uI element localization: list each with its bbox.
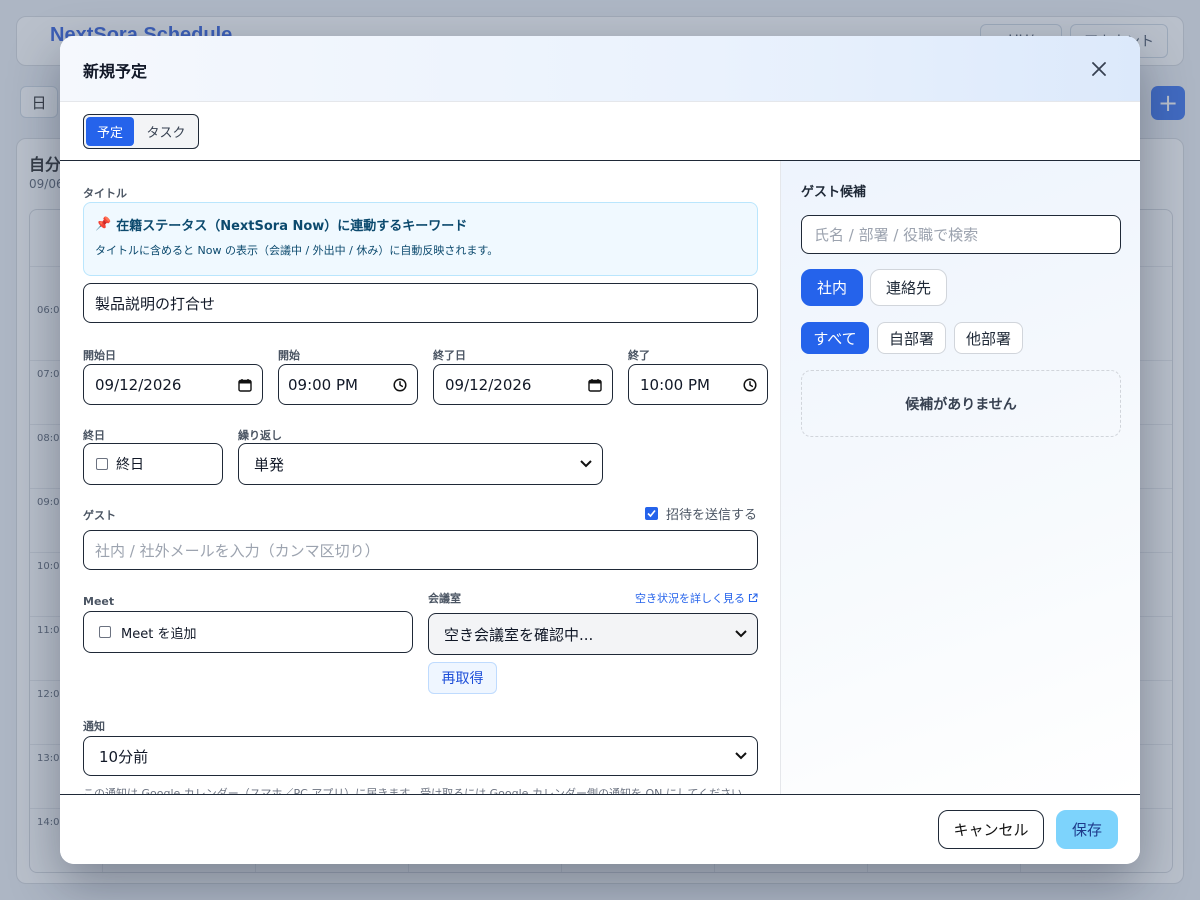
end-time-input[interactable]: 10:00 PM — [628, 364, 768, 405]
clock-icon[interactable] — [393, 377, 407, 392]
guest-email-input[interactable]: 社内 / 社外メールを入力（カンマ区切り） — [83, 530, 758, 570]
refetch-button[interactable]: 再取得 — [428, 662, 497, 694]
guest-label: ゲスト — [83, 509, 116, 522]
end-date-input[interactable]: 09/12/2026 — [433, 364, 613, 405]
send-invite-checkbox[interactable] — [645, 507, 658, 520]
modal-title: 新規予定 — [83, 62, 148, 81]
send-invite-label: 招待を送信する — [666, 508, 758, 523]
clock-icon[interactable] — [743, 377, 757, 392]
empty-state: 候補がありません — [801, 370, 1121, 437]
dept-tab-other[interactable]: 他部署 — [954, 322, 1023, 354]
title-label: タイトル — [83, 187, 127, 200]
meet-field[interactable]: Meet を追加 — [83, 611, 413, 653]
end-date-label: 終了日 — [433, 349, 466, 362]
repeat-label: 繰り返し — [238, 429, 282, 442]
start-date-label: 開始日 — [83, 349, 116, 362]
info-title-text: 在籍ステータス（NextSora Now）に連動するキーワード — [116, 219, 468, 234]
meet-checkbox-label: Meet を追加 — [121, 626, 197, 642]
notify-label: 通知 — [83, 720, 105, 733]
chevron-down-icon — [735, 752, 747, 760]
room-availability-link-text: 空き状況を詳しく見る — [635, 592, 745, 605]
allday-label: 終日 — [83, 429, 105, 442]
tab-task[interactable]: タスク — [136, 117, 196, 146]
start-time-input[interactable]: 09:00 PM — [278, 364, 418, 405]
notify-select[interactable]: 10分前 — [83, 736, 758, 776]
source-tab-internal[interactable]: 社内 — [801, 269, 863, 306]
type-segmented-control: 予定 タスク — [83, 114, 199, 149]
repeat-select-value: 単発 — [254, 455, 285, 474]
room-label: 会議室 — [428, 592, 461, 605]
type-tabs-row: 予定 タスク — [60, 102, 1140, 161]
cancel-button[interactable]: キャンセル — [938, 810, 1044, 849]
room-availability-link[interactable]: 空き状況を詳しく見る — [635, 590, 758, 606]
start-date-value: 09/12/2026 — [95, 375, 182, 394]
info-description: タイトルに含めると Now の表示（会議中 / 外出中 / 休み）に自動反映され… — [95, 244, 499, 257]
event-form: タイトル 📌 在籍ステータス（NextSora Now）に連動するキーワード タ… — [60, 161, 780, 794]
meet-checkbox[interactable] — [99, 626, 111, 638]
end-date-value: 09/12/2026 — [445, 375, 532, 394]
calendar-icon[interactable] — [238, 378, 252, 392]
repeat-select[interactable]: 単発 — [238, 443, 603, 485]
guest-candidates-title: ゲスト候補 — [801, 185, 867, 200]
chevron-down-icon — [735, 630, 747, 638]
chevron-down-icon — [580, 460, 592, 468]
save-button[interactable]: 保存 — [1056, 810, 1118, 849]
new-event-modal: 新規予定 予定 タスク タイトル 📌 在籍ステータス（NextSora Now）… — [60, 36, 1140, 864]
guest-search-placeholder: 氏名 / 部署 / 役職で検索 — [814, 226, 979, 244]
end-time-value: 10:00 PM — [640, 375, 710, 394]
guest-email-placeholder: 社内 / 社外メールを入力（カンマ区切り） — [95, 541, 380, 560]
close-icon — [1092, 62, 1106, 76]
title-input[interactable]: 製品説明の打合せ — [83, 283, 758, 323]
dept-tab-all[interactable]: すべて — [801, 322, 869, 354]
send-invite-toggle[interactable]: 招待を送信する — [645, 504, 757, 523]
start-date-input[interactable]: 09/12/2026 — [83, 364, 263, 405]
close-button[interactable] — [1086, 56, 1112, 82]
modal-footer: キャンセル 保存 — [60, 794, 1140, 864]
notify-select-value: 10分前 — [99, 747, 149, 766]
calendar-icon[interactable] — [588, 378, 602, 392]
modal-header: 新規予定 — [60, 36, 1140, 102]
title-input-value: 製品説明の打合せ — [95, 294, 216, 313]
source-tab-contacts[interactable]: 連絡先 — [870, 269, 947, 306]
allday-checkbox[interactable] — [96, 458, 108, 470]
external-link-icon — [748, 593, 758, 603]
info-title: 📌 在籍ステータス（NextSora Now）に連動するキーワード — [95, 215, 467, 234]
room-select-value: 空き会議室を確認中... — [444, 625, 594, 644]
notify-note: この通知は Google カレンダー（スマホ／PC アプリ）に届きます。受け取る… — [83, 787, 754, 794]
end-time-label: 終了 — [628, 349, 650, 362]
meet-label: Meet — [83, 595, 115, 608]
guest-candidates-panel: ゲスト候補 氏名 / 部署 / 役職で検索 社内 連絡先 すべて 自部署 他部署… — [780, 161, 1140, 794]
start-time-value: 09:00 PM — [288, 375, 358, 394]
keyword-info-box: 📌 在籍ステータス（NextSora Now）に連動するキーワード タイトルに含… — [83, 202, 758, 276]
tab-event[interactable]: 予定 — [86, 117, 134, 146]
start-time-label: 開始 — [278, 349, 300, 362]
guest-search-input[interactable]: 氏名 / 部署 / 役職で検索 — [801, 215, 1121, 254]
pin-icon: 📌 — [95, 217, 112, 232]
allday-field[interactable]: 終日 — [83, 443, 223, 485]
room-select[interactable]: 空き会議室を確認中... — [428, 613, 758, 655]
allday-checkbox-label: 終日 — [116, 457, 144, 473]
dept-tab-own[interactable]: 自部署 — [877, 322, 946, 354]
